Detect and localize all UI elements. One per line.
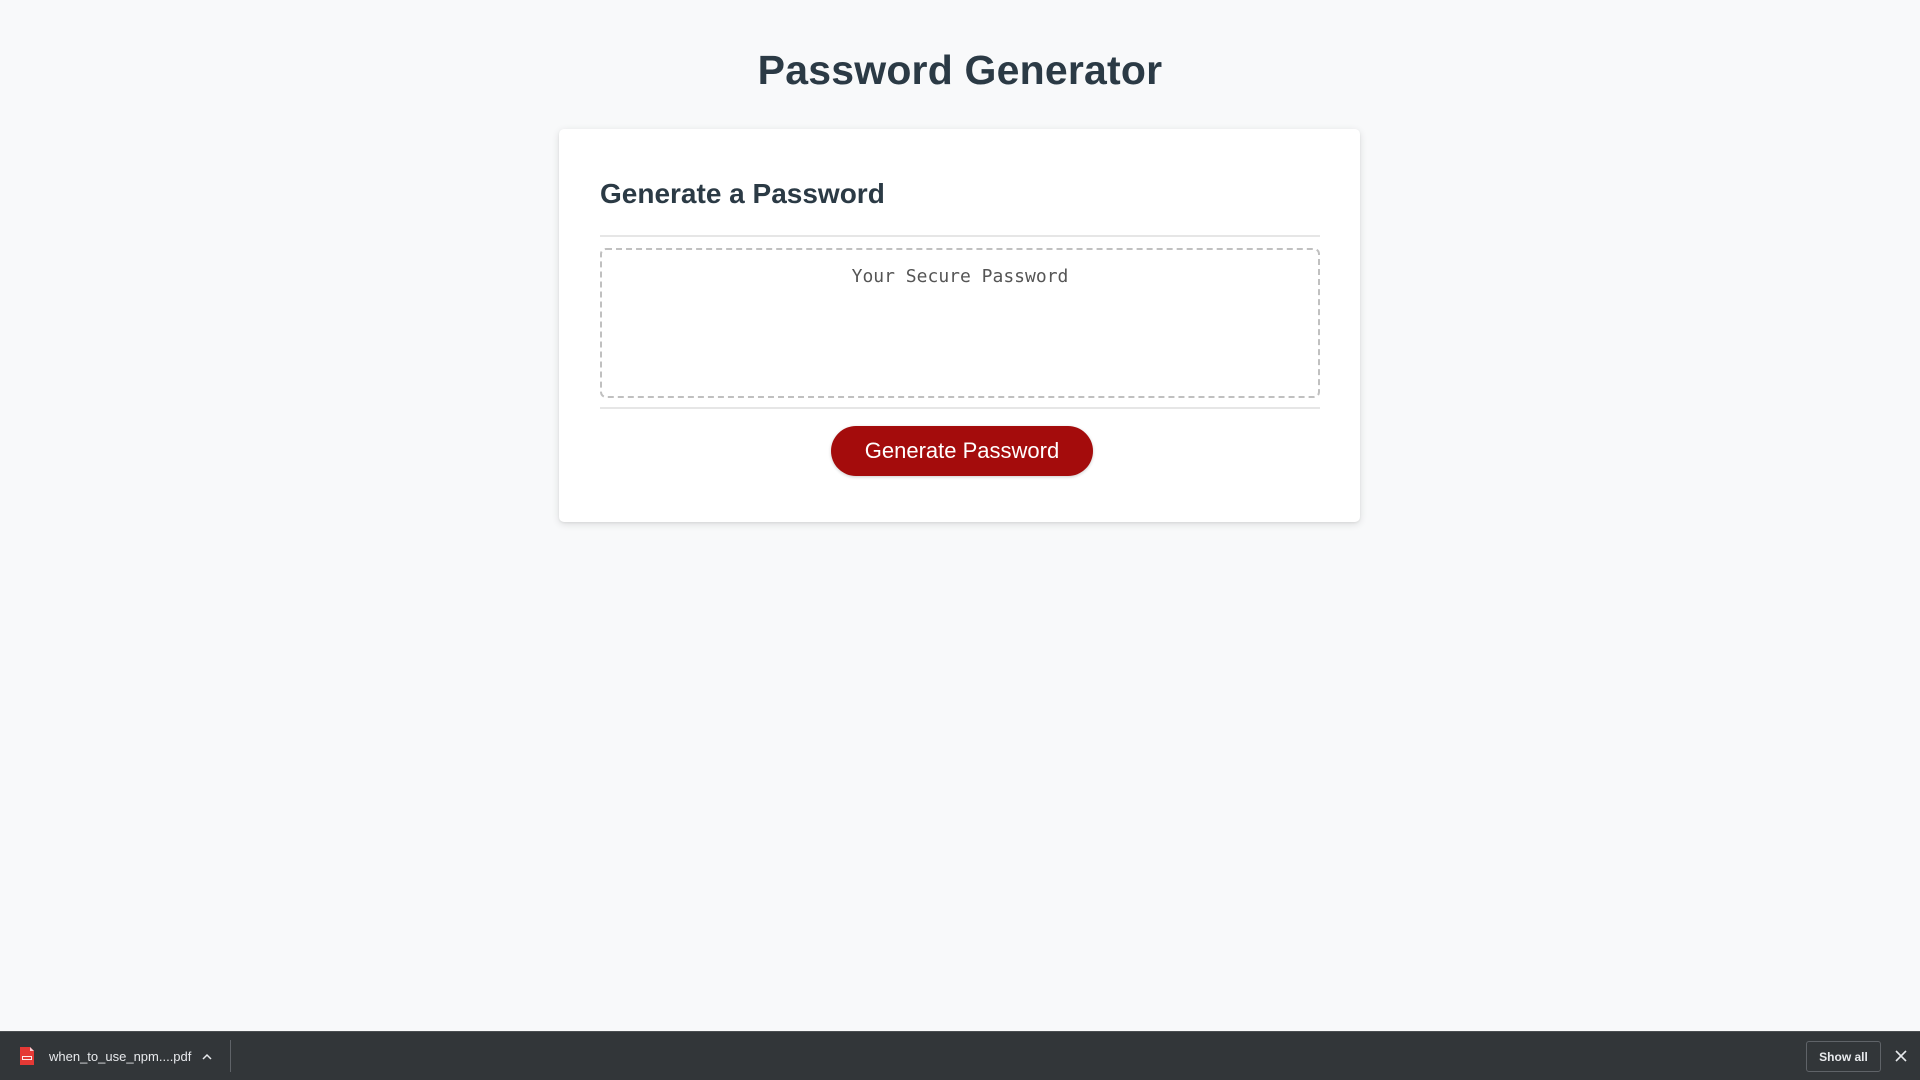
download-bar: when_to_use_npm....pdf Show all [0,1031,1920,1080]
close-icon[interactable] [1893,1048,1909,1064]
app-page: Password Generator Generate a Password G… [0,0,1920,1031]
download-filename: when_to_use_npm....pdf [49,1049,192,1064]
password-output[interactable] [600,248,1320,398]
card-header: Generate a Password [600,177,1320,237]
download-item[interactable]: when_to_use_npm....pdf [0,1032,230,1080]
show-all-button[interactable]: Show all [1806,1041,1881,1072]
chevron-up-icon[interactable] [200,1050,214,1062]
card-title: Generate a Password [600,178,885,209]
pdf-icon [20,1047,34,1065]
card-footer-divider [600,407,1320,409]
password-card: Generate a Password Generate Password [559,129,1360,522]
download-divider [230,1040,231,1072]
page-title: Password Generator [757,47,1163,93]
generate-password-button[interactable]: Generate Password [831,426,1093,476]
